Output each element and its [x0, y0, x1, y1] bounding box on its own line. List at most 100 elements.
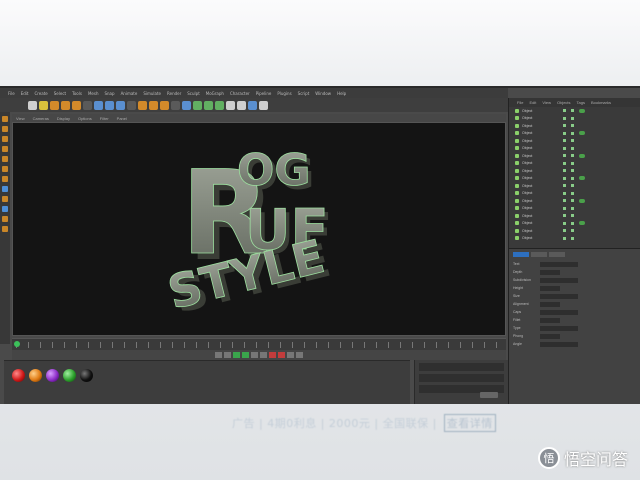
visibility-dot-icon[interactable] [563, 236, 566, 240]
attr-tab-object[interactable] [549, 252, 565, 257]
cloner-icon[interactable] [215, 100, 224, 110]
material-tag-icon[interactable] [579, 153, 585, 158]
check-icon[interactable] [571, 199, 574, 203]
material-tag-icon[interactable] [579, 221, 585, 226]
objman-menu-item[interactable]: Edit [529, 100, 536, 105]
y-axis-icon[interactable] [105, 100, 114, 110]
object-row[interactable]: Object [509, 235, 640, 243]
object-row[interactable]: Object [509, 197, 640, 205]
play-icon[interactable] [242, 352, 249, 358]
check-icon[interactable] [571, 176, 574, 180]
check-icon[interactable] [571, 221, 574, 225]
subdivision-icon[interactable] [204, 100, 213, 110]
play-backwards-icon[interactable] [233, 352, 240, 358]
material-tag-icon[interactable] [579, 108, 585, 113]
visibility-dot-icon[interactable] [563, 131, 566, 135]
object-row[interactable]: Object [509, 122, 640, 130]
check-icon[interactable] [571, 124, 574, 128]
position-key-icon[interactable] [296, 352, 303, 358]
locked-workplane-icon[interactable] [2, 206, 8, 212]
model-mode-icon[interactable] [2, 116, 8, 122]
object-row[interactable]: Object [509, 227, 640, 235]
check-icon[interactable] [571, 214, 574, 218]
menu-item[interactable]: Plugins [277, 91, 291, 96]
edges-mode-icon[interactable] [2, 146, 8, 152]
attr-tab-basic[interactable] [513, 252, 529, 257]
attribute-value-field[interactable] [540, 293, 578, 299]
timeline-ruler[interactable] [12, 338, 506, 350]
visibility-dot-icon[interactable] [563, 169, 566, 173]
menu-item[interactable]: Animate [121, 91, 138, 96]
3d-viewport[interactable]: R OG UF STYLE R OG UF STYLE [12, 122, 506, 336]
menu-item[interactable]: Snap [104, 91, 114, 96]
visibility-dot-icon[interactable] [563, 139, 566, 143]
live-select-icon[interactable] [39, 100, 48, 110]
object-row[interactable]: Object [509, 107, 640, 115]
object-row[interactable]: Object [509, 167, 640, 175]
render-picture-viewer-icon[interactable] [149, 100, 158, 110]
solo-icon[interactable] [2, 226, 8, 232]
menu-item[interactable]: Render [167, 91, 181, 96]
material-swatch-green[interactable] [63, 369, 76, 382]
deformer-icon[interactable] [226, 100, 235, 110]
move-icon[interactable] [50, 100, 59, 110]
camera-icon[interactable] [248, 100, 257, 110]
rotate-icon[interactable] [72, 100, 81, 110]
go-to-start-icon[interactable] [215, 352, 222, 358]
z-axis-icon[interactable] [116, 100, 125, 110]
object-row[interactable]: Object [509, 220, 640, 228]
attribute-value-field[interactable] [540, 301, 560, 307]
tweak-mode-icon[interactable] [2, 176, 8, 182]
viewport-menu-item[interactable]: Filter [100, 116, 109, 121]
object-row[interactable]: Object [509, 212, 640, 220]
objman-menu-item[interactable]: Tags [577, 100, 585, 105]
points-mode-icon[interactable] [2, 136, 8, 142]
attribute-value-field[interactable] [540, 309, 578, 315]
next-key-icon[interactable] [251, 352, 258, 358]
check-icon[interactable] [571, 131, 574, 135]
attribute-value-field[interactable] [540, 285, 560, 291]
apply-button[interactable] [480, 392, 498, 398]
material-tag-icon[interactable] [579, 131, 585, 136]
playhead-marker[interactable] [14, 341, 20, 347]
cube-icon[interactable] [182, 100, 191, 110]
object-row[interactable]: Object [509, 175, 640, 183]
object-row[interactable]: Object [509, 182, 640, 190]
render-view-icon[interactable] [138, 100, 147, 110]
menu-item[interactable]: MoGraph [206, 91, 224, 96]
menu-item[interactable]: Select [54, 91, 66, 96]
check-icon[interactable] [571, 161, 574, 165]
object-row[interactable]: Object [509, 145, 640, 153]
visibility-dot-icon[interactable] [563, 124, 566, 128]
visibility-dot-icon[interactable] [563, 229, 566, 233]
viewport-menu-item[interactable]: Cameras [33, 116, 49, 121]
check-icon[interactable] [571, 139, 574, 143]
menu-item[interactable]: Mesh [88, 91, 99, 96]
visibility-dot-icon[interactable] [563, 199, 566, 203]
object-row[interactable]: Object [509, 205, 640, 213]
objman-menu-item[interactable]: Objects [557, 100, 571, 105]
texture-mode-icon[interactable] [2, 126, 8, 132]
keyframe-selection-icon[interactable] [287, 352, 294, 358]
visibility-dot-icon[interactable] [563, 146, 566, 150]
axis-mode-icon[interactable] [2, 166, 8, 172]
visibility-dot-icon[interactable] [563, 176, 566, 180]
object-row[interactable]: Object [509, 130, 640, 138]
menu-item[interactable]: Pipeline [256, 91, 272, 96]
attribute-value-field[interactable] [540, 277, 578, 283]
material-swatch-purple[interactable] [46, 369, 59, 382]
planar-workplane-icon[interactable] [2, 216, 8, 222]
undo-icon[interactable] [28, 100, 37, 110]
pen-icon[interactable] [193, 100, 202, 110]
visibility-dot-icon[interactable] [563, 154, 566, 158]
autokey-icon[interactable] [278, 352, 285, 358]
attribute-value-field[interactable] [540, 341, 578, 347]
workplane-icon[interactable] [2, 196, 8, 202]
material-swatch-black[interactable] [80, 369, 93, 382]
visibility-dot-icon[interactable] [563, 206, 566, 210]
check-icon[interactable] [571, 191, 574, 195]
visibility-dot-icon[interactable] [563, 184, 566, 188]
attribute-value-field[interactable] [540, 269, 560, 275]
visibility-dot-icon[interactable] [563, 109, 566, 113]
menu-item[interactable]: Tools [72, 91, 82, 96]
